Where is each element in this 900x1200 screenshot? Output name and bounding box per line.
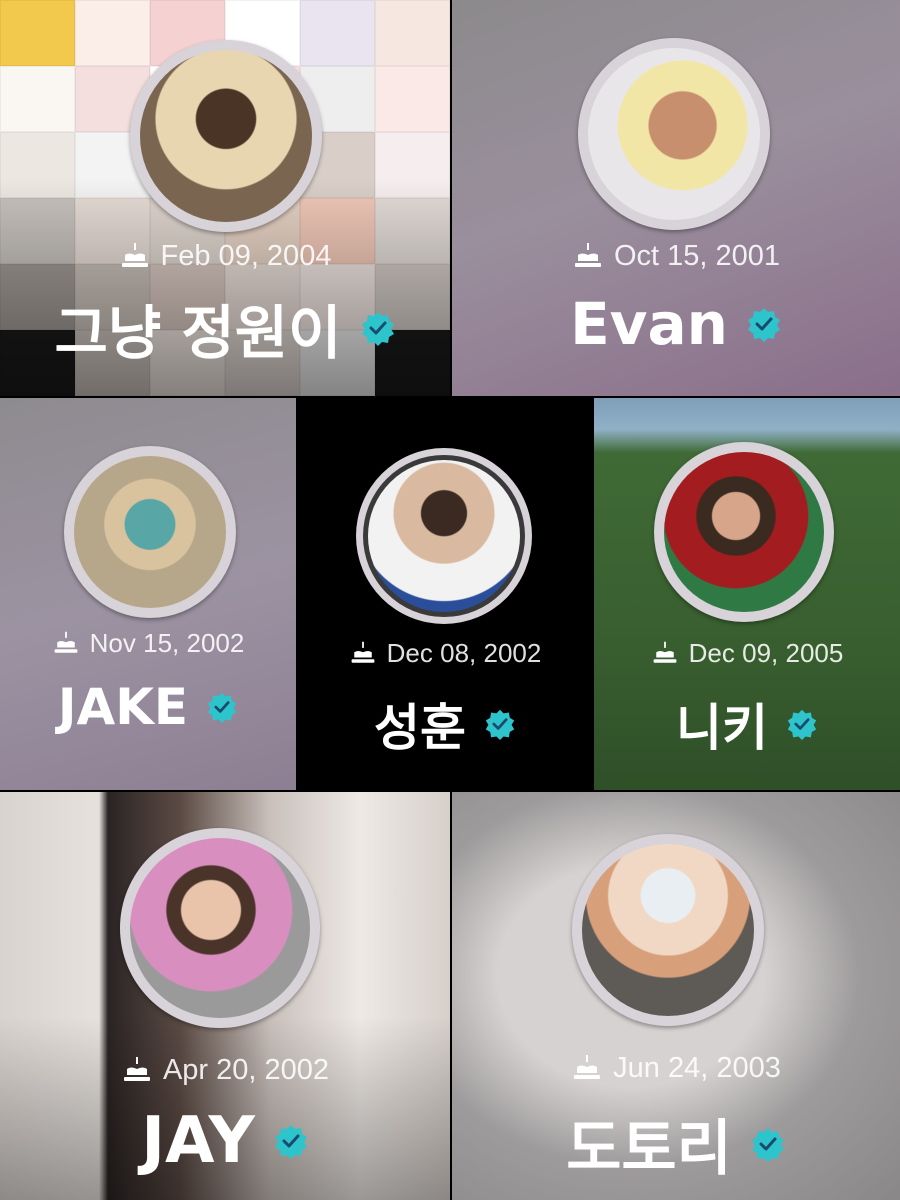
display-name: Evan [570,290,728,358]
name-row: 성훈 [298,688,592,760]
birthday-date: Jun 24, 2003 [613,1052,781,1084]
birthday-row: Apr 20, 2002 [0,1054,450,1087]
cake-icon [653,641,677,663]
profile-card-7[interactable]: Jun 24, 2003 도토리 [452,792,900,1200]
verified-badge-icon [485,709,515,740]
profile-photo [130,838,310,1018]
avatar[interactable] [356,448,532,624]
verified-badge-icon [747,308,780,342]
name-row: 니키 [594,688,900,760]
birthday-date: Nov 15, 2002 [89,628,245,658]
verified-badge-icon [361,312,394,346]
birthday-date: Dec 09, 2005 [688,638,844,668]
birthday-date: Dec 08, 2002 [386,638,542,668]
name-row: 그냥 정원이 [0,286,450,370]
birthday-date: Apr 20, 2002 [162,1054,330,1086]
avatar[interactable] [572,834,764,1026]
profile-card-4[interactable]: Dec 08, 2002 성훈 [298,398,592,790]
name-row: 도토리 [452,1100,900,1187]
avatar[interactable] [578,38,770,230]
profile-card-1[interactable]: Feb 09, 2004 그냥 정원이 [0,0,450,396]
verified-badge-icon [787,709,817,740]
profile-card-3[interactable]: Nov 15, 2002 JAKE [0,398,296,790]
verified-badge-icon [274,1125,307,1159]
name-row: Evan [452,290,900,358]
display-name: 니키 [676,699,768,757]
display-name: JAY [141,1104,255,1178]
name-row: JAKE [0,678,296,736]
cake-icon [574,1054,601,1079]
avatar[interactable] [130,40,322,232]
birthday-row: Nov 15, 2002 [0,628,296,659]
birthday-row: Feb 09, 2004 [0,240,450,273]
display-name: 그냥 정원이 [54,299,342,367]
profile-card-6[interactable]: Apr 20, 2002 JAY [0,792,450,1200]
display-name: 도토리 [566,1114,732,1184]
cake-icon [351,641,375,663]
birthday-row: Jun 24, 2003 [452,1052,900,1085]
cake-icon [54,631,78,653]
cake-icon [574,242,601,267]
cake-icon [123,1056,150,1081]
cake-icon [121,242,148,267]
profile-photo [588,48,760,220]
birthday-date: Oct 15, 2001 [613,240,781,272]
profile-card-2[interactable]: Oct 15, 2001 Evan [452,0,900,396]
birthday-row: Dec 09, 2005 [594,638,900,669]
profile-photo [582,844,754,1016]
avatar[interactable] [64,446,236,618]
profile-photo [140,50,312,222]
verified-badge-icon [751,1127,784,1162]
birthday-date: Feb 09, 2004 [160,240,332,272]
profile-photo [368,460,520,612]
profile-photo [664,452,824,612]
name-row: JAY [0,1104,450,1178]
birthday-row: Oct 15, 2001 [452,240,900,273]
display-name: 성훈 [374,699,466,757]
display-name: JAKE [57,678,189,736]
verified-badge-icon [207,692,237,723]
profile-card-5[interactable]: Dec 09, 2005 니키 [594,398,900,790]
profile-photo [74,456,226,608]
avatar[interactable] [120,828,320,1028]
avatar[interactable] [654,442,834,622]
birthday-row: Dec 08, 2002 [298,638,592,669]
